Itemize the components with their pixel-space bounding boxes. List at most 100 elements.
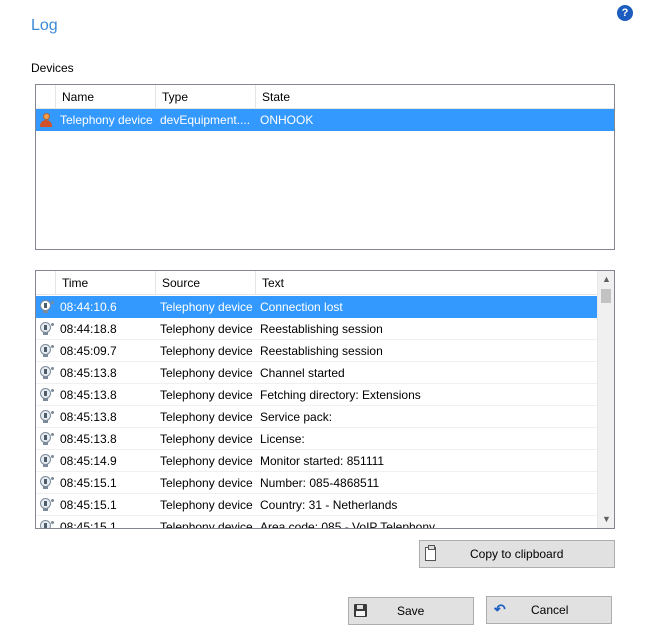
copy-to-clipboard-button[interactable]: Copy to clipboard xyxy=(419,540,615,568)
help-icon[interactable]: ? xyxy=(617,5,633,21)
log-entry-icon-bar xyxy=(44,325,47,330)
cancel-button[interactable]: ↶ Cancel xyxy=(486,596,612,624)
scroll-up-arrow-icon[interactable]: ▲ xyxy=(598,271,614,288)
log-row[interactable]: 08:45:13.8 Telephony device Fetching direc… xyxy=(36,384,597,406)
log-text: Area code: 085 - VoIP Telephony xyxy=(260,520,436,528)
devices-header-icon-column[interactable] xyxy=(36,85,56,108)
log-entry-icon-bar xyxy=(44,457,47,462)
save-button-label: Save xyxy=(397,604,425,618)
person-icon-body xyxy=(40,120,52,127)
log-time: 08:44:10.6 xyxy=(60,300,117,314)
log-entry-icon xyxy=(40,322,54,336)
devices-header: Name Type State xyxy=(36,85,614,109)
log-time: 08:45:15.1 xyxy=(60,498,117,512)
copy-button-label: Copy to clipboard xyxy=(470,547,564,561)
log-source: Telephony device xyxy=(160,432,253,446)
log-entry-icon-tail xyxy=(43,310,48,313)
person-icon-head xyxy=(43,113,50,120)
log-entry-icon-dot xyxy=(51,455,54,458)
save-button[interactable]: Save xyxy=(348,597,474,625)
log-source: Telephony device xyxy=(160,476,253,490)
log-row[interactable]: 08:45:14.9 Telephony device Monitor starte… xyxy=(36,450,597,472)
log-header-text[interactable]: Text xyxy=(256,271,597,294)
device-icon-cell xyxy=(36,109,56,130)
log-entry-icon-bar xyxy=(44,369,47,374)
log-entry-icon-tail xyxy=(43,332,48,335)
log-entry-icon xyxy=(40,476,54,490)
log-time: 08:45:14.9 xyxy=(60,454,117,468)
log-header-icon-column[interactable] xyxy=(36,271,56,294)
log-row[interactable]: 08:45:15.1 Telephony device Area code: 085… xyxy=(36,516,597,528)
log-entry-icon-dot xyxy=(51,477,54,480)
log-entry-icon xyxy=(40,410,54,424)
devices-header-state[interactable]: State xyxy=(256,85,614,108)
log-entry-icon-bar xyxy=(44,391,47,396)
window-title: Log xyxy=(31,17,58,34)
log-header: Time Source Text xyxy=(36,271,597,295)
log-source: Telephony device xyxy=(160,454,253,468)
log-entry-icon xyxy=(40,432,54,446)
log-text: Reestablishing session xyxy=(260,344,383,358)
device-row[interactable]: Telephony device devEquipment.... ONHOOK xyxy=(36,109,614,131)
log-entry-icon xyxy=(40,498,54,512)
log-row[interactable]: 08:45:13.8 Telephony device Service pack: xyxy=(36,406,597,428)
log-icon-cell xyxy=(36,362,56,383)
log-entry-icon-dot xyxy=(51,521,54,524)
log-time: 08:45:09.7 xyxy=(60,344,117,358)
log-icon-cell xyxy=(36,472,56,493)
log-entry-icon-dot xyxy=(51,301,54,304)
log-row[interactable]: 08:44:18.8 Telephony device Reestablishing… xyxy=(36,318,597,340)
log-header-time[interactable]: Time xyxy=(56,271,156,294)
log-entry-icon-bar xyxy=(44,523,47,528)
log-row[interactable]: 08:45:15.1 Telephony device Country: 31 - … xyxy=(36,494,597,516)
log-text: Channel started xyxy=(260,366,345,380)
devices-grid[interactable]: Name Type State Telephony device devEquip… xyxy=(35,84,615,250)
log-time: 08:45:15.1 xyxy=(60,476,117,490)
log-row[interactable]: 08:45:13.8 Telephony device Channel starte… xyxy=(36,362,597,384)
scroll-down-arrow-icon[interactable]: ▼ xyxy=(598,511,614,528)
log-source: Telephony device xyxy=(160,520,253,528)
log-row[interactable]: 08:45:09.7 Telephony device Reestablishing… xyxy=(36,340,597,362)
log-source: Telephony device xyxy=(160,388,253,402)
log-entry-icon xyxy=(40,344,54,358)
log-entry-icon xyxy=(40,388,54,402)
log-icon-cell xyxy=(36,494,56,515)
log-source: Telephony device xyxy=(160,300,253,314)
log-text: License: xyxy=(260,432,305,446)
log-row[interactable]: 08:45:15.1 Telephony device Number: 085-48… xyxy=(36,472,597,494)
devices-header-type[interactable]: Type xyxy=(156,85,256,108)
log-entry-icon-dot xyxy=(51,433,54,436)
log-source: Telephony device xyxy=(160,344,253,358)
log-icon-cell xyxy=(36,318,56,339)
log-entry-icon-dot xyxy=(51,389,54,392)
log-text: Reestablishing session xyxy=(260,322,383,336)
devices-header-name[interactable]: Name xyxy=(56,85,156,108)
log-source: Telephony device xyxy=(160,410,253,424)
log-source: Telephony device xyxy=(160,366,253,380)
log-entry-icon-bar xyxy=(44,413,47,418)
log-entry-icon-dot xyxy=(51,367,54,370)
log-row[interactable]: 08:44:10.6 Telephony device Connection los… xyxy=(36,296,597,318)
log-entry-icon-tail xyxy=(43,442,48,445)
log-scrollbar[interactable]: ▲ ▼ xyxy=(597,271,614,528)
log-icon-cell xyxy=(36,384,56,405)
devices-label: Devices xyxy=(31,61,74,75)
device-type: devEquipment.... xyxy=(160,113,251,127)
floppy-disk-icon xyxy=(354,604,367,617)
log-time: 08:45:13.8 xyxy=(60,432,117,446)
log-time: 08:45:13.8 xyxy=(60,388,117,402)
log-entry-icon-tail xyxy=(43,420,48,423)
log-entry-icon-dot xyxy=(51,499,54,502)
log-text: Country: 31 - Netherlands xyxy=(260,498,398,512)
log-grid[interactable]: Time Source Text 08:44:10.6 Telephony dev… xyxy=(35,270,615,529)
log-icon-cell xyxy=(36,296,56,317)
log-header-source[interactable]: Source xyxy=(156,271,256,294)
log-entry-icon-bar xyxy=(44,347,47,352)
log-entry-icon xyxy=(40,520,54,528)
log-row[interactable]: 08:45:13.8 Telephony device License: xyxy=(36,428,597,450)
log-icon-cell xyxy=(36,340,56,361)
log-entry-icon-tail xyxy=(43,464,48,467)
scroll-thumb[interactable] xyxy=(601,289,611,303)
log-entry-icon-tail xyxy=(43,508,48,511)
log-text: Number: 085-4868511 xyxy=(260,476,380,490)
